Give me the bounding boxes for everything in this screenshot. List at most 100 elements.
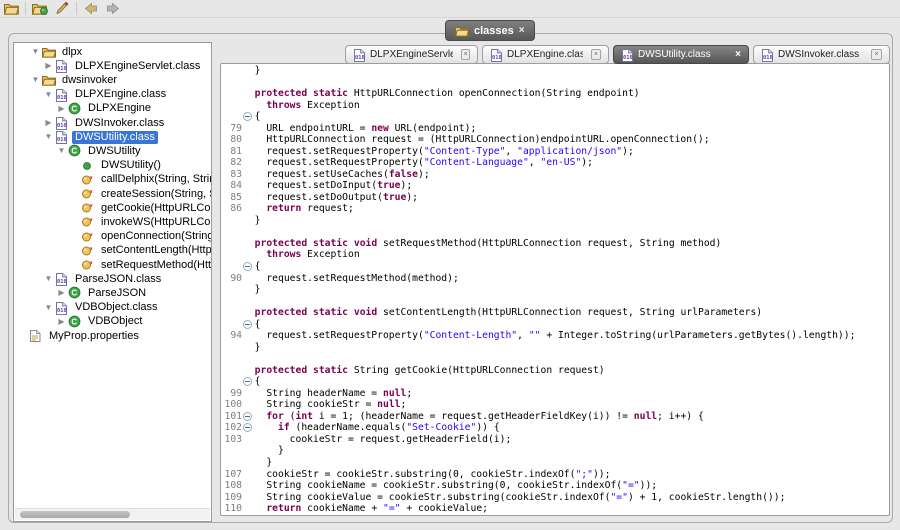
tree-item-label: setRequestMethod(Http [98, 259, 211, 272]
svg-text:C: C [71, 317, 77, 326]
code-line: } [221, 284, 889, 296]
code-text: request.setDoInput(true); [243, 180, 412, 192]
line-number: 86 [221, 203, 242, 215]
tree-item-vdbobject[interactable]: ▶CVDBObject [14, 315, 211, 329]
code-editor[interactable]: } protected static HttpURLConnection ope… [220, 63, 890, 516]
class-file-icon: 010 [761, 48, 774, 62]
tree-item-parsejson[interactable]: ▶CParseJSON [14, 286, 211, 300]
search-pencil-button[interactable] [52, 1, 72, 16]
tree-item-label: DLPXEngine.class [72, 88, 169, 101]
svg-text:010: 010 [57, 308, 67, 314]
collapse-triangle-icon[interactable]: ▼ [55, 144, 68, 158]
tree-item-label: createSession(String, St [98, 188, 211, 201]
code-text: for (int i = 1; (headerName = request.ge… [243, 411, 704, 423]
code-text: throws Exception [243, 249, 360, 261]
tree-item-dwsutility-class[interactable]: ▼010DWSUtility.class [14, 130, 211, 144]
tree-item-myprop-properties[interactable]: MyProp.properties [14, 329, 211, 343]
tree-item-dlpxengineservlet-class[interactable]: ▶010DLPXEngineServlet.class [14, 59, 211, 73]
tree-item-vdbobject-class[interactable]: ▼010VDBObject.class [14, 301, 211, 315]
folder-tab-label: classes [474, 25, 514, 37]
class-icon: C [68, 315, 82, 329]
close-icon[interactable]: × [735, 49, 741, 60]
tree-item-dlpxengine[interactable]: ▶CDLPXEngine [14, 102, 211, 116]
tree-item-parsejson-class[interactable]: ▼010ParseJSON.class [14, 272, 211, 286]
code-line: 80 HttpURLConnection request = (HttpURLC… [221, 134, 889, 146]
open-file-button[interactable] [1, 1, 21, 16]
class-file-icon: 010 [621, 48, 634, 62]
line-number: 81 [221, 146, 242, 158]
close-icon[interactable]: × [461, 49, 470, 60]
expand-triangle-icon[interactable]: ▶ [55, 315, 68, 329]
code-text: cookieStr = request.getHeaderField(i); [243, 434, 511, 446]
static-method-icon: s [81, 173, 95, 187]
back-button[interactable] [81, 1, 101, 16]
tree-item-calldelphix-string-strin[interactable]: scallDelphix(String, Strin [14, 173, 211, 187]
line-number: 107 [221, 469, 242, 481]
code-text: HttpURLConnection request = (HttpURLConn… [243, 134, 710, 146]
code-line: { [221, 319, 889, 331]
tree-item-dwsutility[interactable]: ▼CDWSUtility [14, 144, 211, 158]
editor-tab-dlpxengineservlet-class[interactable]: 010DLPXEngineServlet.class× [345, 45, 478, 64]
svg-text:010: 010 [57, 123, 67, 129]
tree-item-dwsinvoker[interactable]: ▼dwsinvoker [14, 73, 211, 87]
scrollbar-thumb[interactable] [20, 511, 130, 518]
close-icon[interactable]: × [519, 25, 525, 36]
expand-triangle-icon[interactable]: ▶ [55, 286, 68, 300]
line-number: 90 [221, 273, 242, 285]
code-text: String cookieValue = cookieStr.substring… [243, 492, 785, 504]
tree-item-openconnection-string-[interactable]: sopenConnection(String) [14, 230, 211, 244]
class-file-icon: 010 [55, 116, 69, 130]
tree-item-invokews-httpurlconn[interactable]: sinvokeWS(HttpURLConn [14, 215, 211, 229]
code-line: } [221, 445, 889, 457]
tree-item-setrequestmethod-http[interactable]: ssetRequestMethod(Http [14, 258, 211, 272]
editor-tab-bar: 010DLPXEngineServlet.class×010DLPXEngine… [345, 45, 890, 64]
code-text: request.setDoOutput(true); [243, 192, 418, 204]
code-line: 100 String cookieStr = null; [221, 399, 889, 411]
forward-button[interactable] [103, 1, 123, 16]
expand-triangle-icon[interactable]: ▶ [55, 102, 68, 116]
expand-triangle-icon[interactable]: ▶ [42, 59, 55, 73]
code-text: URL endpointURL = new URL(endpoint); [243, 123, 476, 135]
open-type-button[interactable] [30, 1, 50, 16]
static-method-icon: s [81, 201, 95, 215]
class-file-icon: 010 [490, 48, 503, 62]
line-number: 103 [221, 434, 242, 446]
line-number: 102 [221, 422, 242, 434]
tree-item-label: invokeWS(HttpURLConn [98, 216, 211, 229]
folder-tab-classes[interactable]: classes × [445, 20, 535, 41]
collapse-triangle-icon[interactable]: ▼ [29, 45, 42, 59]
close-icon[interactable]: × [871, 49, 882, 60]
class-file-icon: 010 [55, 301, 69, 315]
tree-item-dlpxengine-class[interactable]: ▼010 DLPXEngine.class [14, 88, 211, 102]
code-line: protected static void setContentLength(H… [221, 307, 889, 319]
tree-item-dlpx[interactable]: ▼dlpx [14, 45, 211, 59]
tree-item-dwsutility-[interactable]: DWSUtility() [14, 159, 211, 173]
editor-tab-dwsinvoker-class[interactable]: 010DWSInvoker.class× [753, 45, 890, 64]
code-line: 90 request.setRequestMethod(method); [221, 273, 889, 285]
collapse-triangle-icon[interactable]: ▼ [42, 301, 55, 315]
tree-item-getcookie-httpurlcon[interactable]: sgetCookie(HttpURLCon [14, 201, 211, 215]
code-line: 108 String cookieName = cookieStr.substr… [221, 480, 889, 492]
code-text: throws Exception [243, 100, 360, 112]
editor-tab-dlpxengine-class[interactable]: 010DLPXEngine.class× [482, 45, 609, 64]
code-text: } [243, 215, 261, 227]
editor-tab-dwsutility-class[interactable]: 010DWSUtility.class× [613, 45, 749, 64]
tree-item-createsession-string-st[interactable]: screateSession(String, St [14, 187, 211, 201]
collapse-triangle-icon[interactable]: ▼ [42, 130, 55, 144]
line-number: 109 [221, 492, 242, 504]
code-line: 102 if (headerName.equals("Set-Cookie"))… [221, 422, 889, 434]
svg-text:010: 010 [623, 55, 633, 61]
expand-triangle-icon[interactable]: ▶ [42, 116, 55, 130]
tree-item-setcontentlength-http[interactable]: ssetContentLength(Http [14, 244, 211, 258]
tree-item-dwsinvoker-class[interactable]: ▶010DWSInvoker.class [14, 116, 211, 130]
svg-text:010: 010 [57, 95, 67, 101]
collapse-triangle-icon[interactable]: ▼ [29, 73, 42, 87]
close-icon[interactable]: × [591, 49, 601, 60]
code-text: { [243, 376, 261, 388]
tree-item-label: DLPXEngineServlet.class [72, 60, 203, 73]
static-method-icon: s [81, 244, 95, 258]
static-method-icon: s [81, 258, 95, 272]
line-number: 101 [221, 411, 242, 423]
collapse-triangle-icon[interactable]: ▼ [42, 272, 55, 286]
collapse-triangle-icon[interactable]: ▼ [42, 88, 55, 102]
